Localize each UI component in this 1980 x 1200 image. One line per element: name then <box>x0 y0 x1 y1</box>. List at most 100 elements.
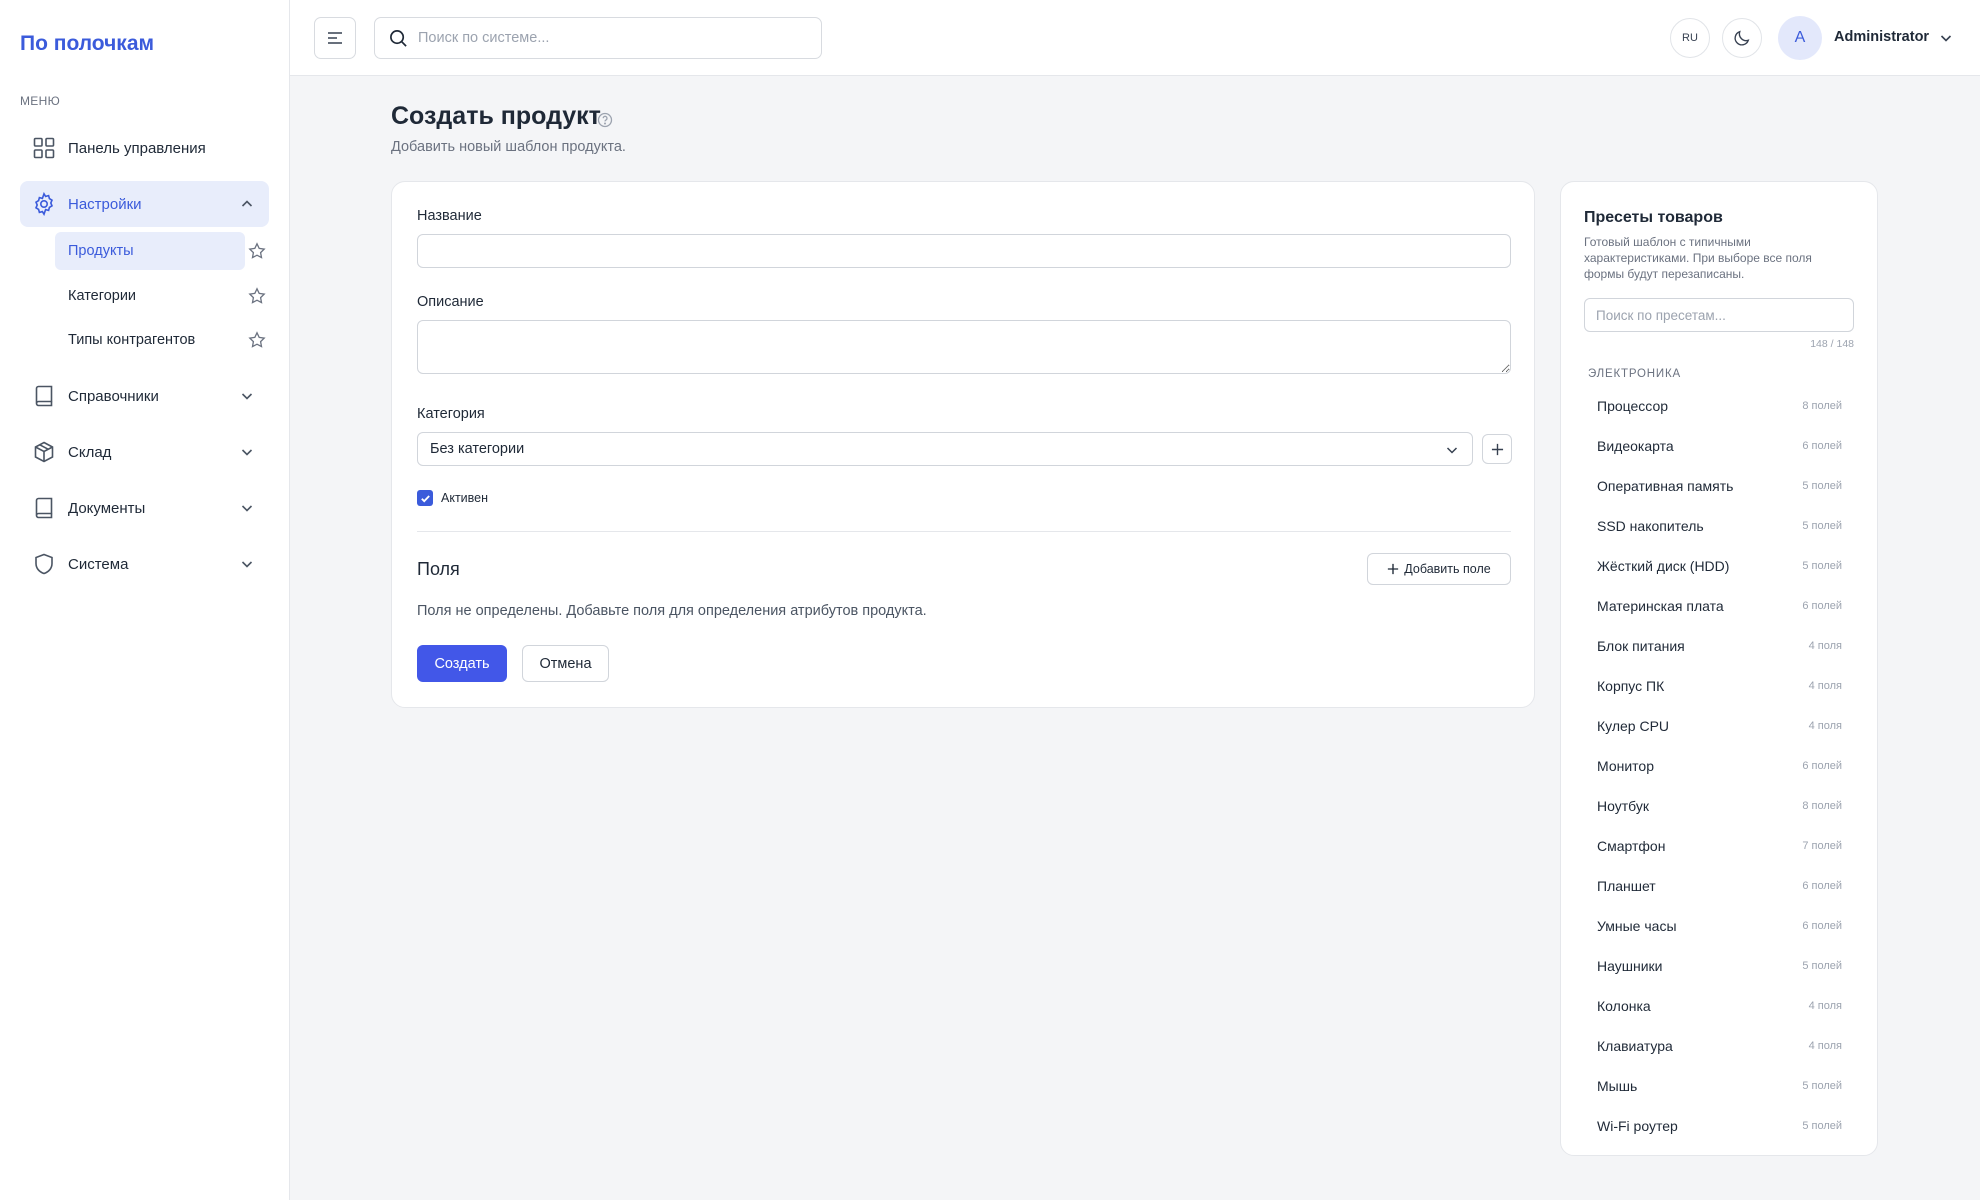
preset-item[interactable]: Видеокарта 6 полей <box>1584 426 1854 466</box>
sidebar-item-label: Склад <box>68 443 112 461</box>
dashboard-icon <box>32 136 56 160</box>
preset-item[interactable]: Наушники 5 полей <box>1584 946 1854 986</box>
preset-field-count: 5 полей <box>1802 960 1842 972</box>
theme-toggle-button[interactable] <box>1722 18 1762 58</box>
sidebar-item-label: Справочники <box>68 387 159 405</box>
preset-field-count: 4 поля <box>1808 640 1842 652</box>
active-label[interactable]: Активен <box>441 491 488 505</box>
sidebar-item-warehouse[interactable]: Склад <box>20 429 269 475</box>
fields-section-title: Поля <box>417 559 460 579</box>
sidebar-subitem-products[interactable]: Продукты <box>55 232 245 270</box>
user-name[interactable]: Administrator <box>1834 29 1929 45</box>
preset-item[interactable]: Материнская плата 6 полей <box>1584 586 1854 626</box>
preset-item[interactable]: Оперативная память 5 полей <box>1584 466 1854 506</box>
preset-item[interactable]: Wi-Fi роутер 5 полей <box>1584 1106 1854 1146</box>
sidebar-item-system[interactable]: Система <box>20 541 269 587</box>
preset-field-count: 4 поля <box>1808 1000 1842 1012</box>
preset-field-count: 5 полей <box>1802 480 1842 492</box>
preset-name: Видеокарта <box>1597 438 1674 454</box>
preset-name: Умные часы <box>1597 918 1677 934</box>
preset-item[interactable]: Клавиатура 4 поля <box>1584 1026 1854 1066</box>
preset-field-count: 8 полей <box>1802 400 1842 412</box>
preset-name: Наушники <box>1597 958 1663 974</box>
preset-item[interactable]: Мышь 5 полей <box>1584 1066 1854 1106</box>
preset-item[interactable]: Умные часы 6 полей <box>1584 906 1854 946</box>
preset-item[interactable]: SSD накопитель 5 полей <box>1584 506 1854 546</box>
menu-icon <box>328 32 342 44</box>
preset-item[interactable]: Планшет 6 полей <box>1584 866 1854 906</box>
star-icon[interactable] <box>248 287 266 305</box>
preset-field-count: 5 полей <box>1802 1080 1842 1092</box>
sidebar-item-references[interactable]: Справочники <box>20 373 269 419</box>
cancel-button[interactable]: Отмена <box>522 645 609 682</box>
preset-field-count: 6 полей <box>1802 440 1842 452</box>
preset-field-count: 5 полей <box>1802 520 1842 532</box>
sidebar-subitem-label: Категории <box>68 288 137 304</box>
presets-panel: Пресеты товаров Готовый шаблон с типичны… <box>1560 181 1878 1156</box>
chevron-down-icon[interactable] <box>1938 30 1954 46</box>
preset-name: Блок питания <box>1597 638 1685 654</box>
presets-search-input[interactable] <box>1584 298 1854 332</box>
chevron-down-icon <box>241 449 253 456</box>
shield-icon <box>32 552 56 576</box>
preset-name: Жёсткий диск (HDD) <box>1597 558 1730 574</box>
check-icon <box>420 494 430 502</box>
sidebar-subitem-categories[interactable]: Категории <box>55 277 245 315</box>
preset-field-count: 5 полей <box>1802 560 1842 572</box>
help-icon[interactable] <box>597 112 613 128</box>
gear-icon <box>32 192 56 216</box>
plus-icon <box>1491 443 1503 455</box>
sidebar-item-documents[interactable]: Документы <box>20 485 269 531</box>
presets-description: Готовый шаблон с типичными характеристик… <box>1584 235 1812 281</box>
preset-item[interactable]: Жёсткий диск (HDD) 5 полей <box>1584 546 1854 586</box>
preset-name: Материнская плата <box>1597 598 1724 614</box>
preset-field-count: 5 полей <box>1802 1120 1842 1132</box>
sidebar-subitem-counterparty-types[interactable]: Типы контрагентов <box>55 321 245 359</box>
preset-name: Оперативная память <box>1597 478 1734 494</box>
sidebar-item-settings[interactable]: Настройки <box>20 181 269 227</box>
preset-item[interactable]: Блок питания 4 поля <box>1584 626 1854 666</box>
brand-logo[interactable]: По полочкам <box>20 32 154 56</box>
preset-item[interactable]: Кулер CPU 4 поля <box>1584 706 1854 746</box>
description-label: Описание <box>417 294 484 310</box>
presets-count: 148 / 148 <box>1810 338 1854 350</box>
preset-list: Процессор 8 полей Видеокарта 6 полей Операти… <box>1584 386 1854 1146</box>
chevron-down-icon <box>241 561 253 568</box>
preset-name: Ноутбук <box>1597 798 1649 814</box>
preset-name: Клавиатура <box>1597 1038 1673 1054</box>
search-input[interactable] <box>418 30 798 46</box>
avatar[interactable]: A <box>1778 16 1822 60</box>
create-button[interactable]: Создать <box>417 645 507 682</box>
sidebar-toggle-button[interactable] <box>314 17 356 59</box>
preset-item[interactable]: Корпус ПК 4 поля <box>1584 666 1854 706</box>
preset-name: SSD накопитель <box>1597 518 1704 534</box>
preset-item[interactable]: Смартфон 7 полей <box>1584 826 1854 866</box>
page-subtitle: Добавить новый шаблон продукта. <box>391 139 626 155</box>
language-button[interactable]: RU <box>1670 18 1710 58</box>
preset-item[interactable]: Процессор 8 полей <box>1584 386 1854 426</box>
chevron-up-icon <box>241 200 253 207</box>
add-field-button[interactable]: Добавить поле <box>1367 553 1511 585</box>
preset-item[interactable]: Монитор 6 полей <box>1584 746 1854 786</box>
preset-name: Колонка <box>1597 998 1651 1014</box>
sidebar-item-dashboard[interactable]: Панель управления <box>20 125 269 171</box>
preset-item[interactable]: Колонка 4 поля <box>1584 986 1854 1026</box>
sidebar-subitem-label: Типы контрагентов <box>68 332 196 348</box>
add-field-label: Добавить поле <box>1404 562 1491 576</box>
category-select-value: Без категории <box>430 441 525 457</box>
star-icon[interactable] <box>248 331 266 349</box>
preset-name: Смартфон <box>1597 838 1666 854</box>
name-field[interactable] <box>417 234 1511 268</box>
preset-name: Планшет <box>1597 878 1656 894</box>
preset-item[interactable]: Ноутбук 8 полей <box>1584 786 1854 826</box>
description-field[interactable] <box>417 320 1511 374</box>
divider <box>417 531 1511 532</box>
global-search[interactable] <box>374 17 822 59</box>
star-icon[interactable] <box>248 242 266 260</box>
box-icon <box>32 440 56 464</box>
add-category-button[interactable] <box>1482 434 1512 464</box>
preset-field-count: 6 полей <box>1802 880 1842 892</box>
preset-field-count: 4 поля <box>1808 1040 1842 1052</box>
category-select[interactable]: Без категории <box>417 432 1473 466</box>
active-checkbox[interactable] <box>417 490 433 506</box>
